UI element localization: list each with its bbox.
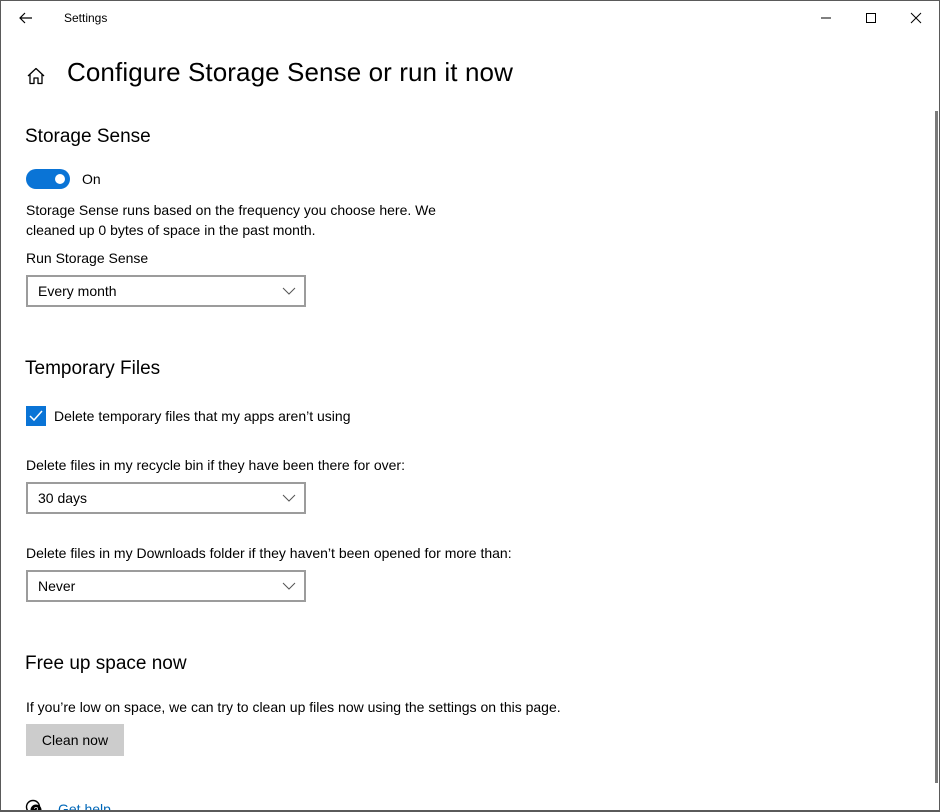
description-line-1: Storage Sense runs based on the frequenc… [26, 202, 436, 218]
close-button[interactable] [893, 1, 939, 35]
maximize-button[interactable] [848, 1, 894, 35]
checkmark-icon [29, 410, 43, 422]
run-storage-sense-label: Run Storage Sense [26, 250, 149, 266]
free-up-space-description: If you’re low on space, we can try to cl… [26, 699, 561, 715]
chevron-down-icon [282, 287, 296, 295]
run-frequency-dropdown[interactable]: Every month [26, 275, 306, 307]
minimize-icon [821, 17, 831, 19]
svg-text:?: ? [34, 806, 39, 812]
back-button[interactable] [11, 3, 41, 33]
get-help-link[interactable]: Get help [58, 801, 111, 810]
minimize-button[interactable] [803, 1, 849, 35]
recycle-bin-label: Delete files in my recycle bin if they h… [26, 457, 405, 473]
delete-temp-files-checkbox[interactable] [26, 406, 46, 426]
clean-now-button[interactable]: Clean now [26, 724, 124, 756]
delete-temp-files-label: Delete temporary files that my apps aren… [54, 408, 351, 424]
downloads-dropdown[interactable]: Never [26, 570, 306, 602]
home-button[interactable] [23, 63, 49, 89]
downloads-label: Delete files in my Downloads folder if t… [26, 545, 512, 561]
app-title: Settings [64, 11, 108, 25]
settings-window: Settings Configure Storage Sense or run … [0, 0, 940, 812]
title-bar: Settings [1, 1, 939, 35]
maximize-icon [866, 13, 876, 23]
toggle-knob [55, 174, 65, 184]
storage-sense-toggle[interactable] [26, 169, 70, 189]
chevron-down-icon [282, 582, 296, 590]
recycle-bin-dropdown[interactable]: 30 days [26, 482, 306, 514]
dropdown-value: Every month [38, 283, 117, 299]
free-up-space-heading: Free up space now [25, 653, 187, 674]
storage-sense-heading: Storage Sense [25, 126, 151, 147]
back-arrow-icon [19, 12, 32, 24]
scrollbar-thumb[interactable] [935, 111, 938, 783]
home-icon [27, 67, 45, 85]
dropdown-value: 30 days [38, 490, 88, 506]
temporary-files-heading: Temporary Files [25, 358, 161, 379]
help-chat-icon: ? [25, 799, 42, 812]
storage-sense-description: Storage Sense runs based on the frequenc… [26, 200, 436, 240]
close-icon [910, 12, 922, 24]
description-line-2: cleaned up 0 bytes of space in the past … [26, 222, 316, 238]
dropdown-value: Never [38, 578, 76, 594]
page-title: Configure Storage Sense or run it now [67, 57, 513, 87]
toggle-state-label: On [82, 171, 101, 187]
chevron-down-icon [282, 494, 296, 502]
